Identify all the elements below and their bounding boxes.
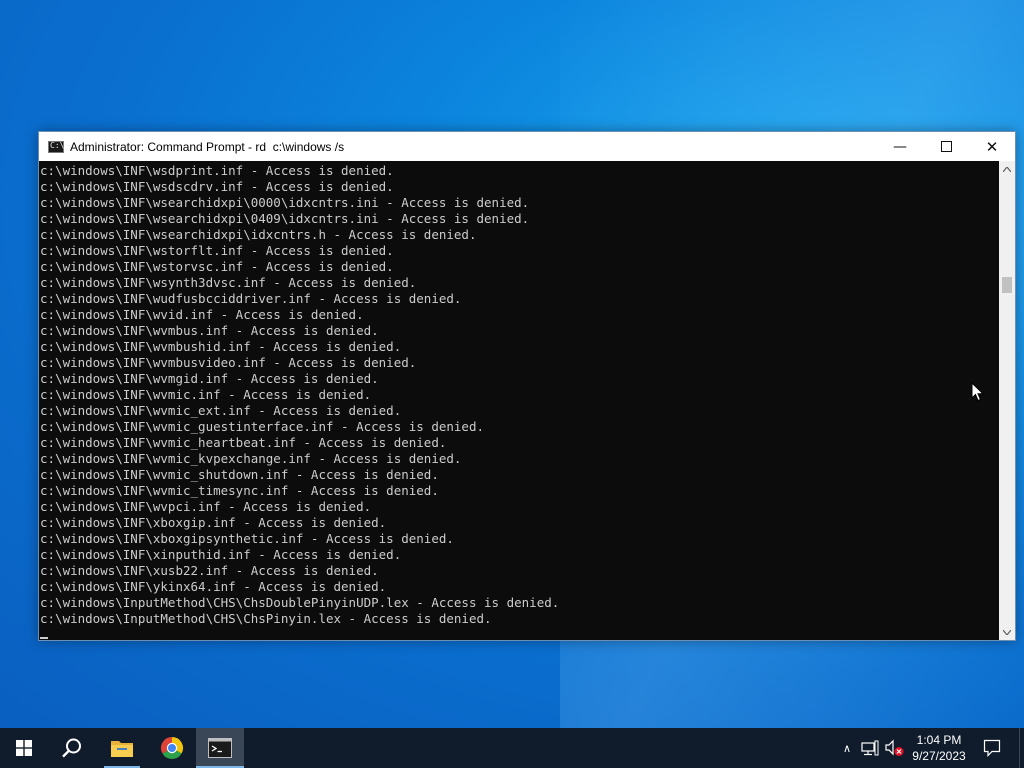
scroll-thumb[interactable] [1002,277,1012,293]
taskbar-clock[interactable]: 1:04 PM 9/27/2023 [905,731,973,765]
window-title: Administrator: Command Prompt - rd c:\wi… [70,139,345,154]
windows-logo-icon [16,740,32,756]
clock-time: 1:04 PM [916,733,962,747]
command-prompt-icon-glyph: C:\_ [50,140,70,150]
notification-icon [983,739,1001,757]
show-desktop-button[interactable] [1019,728,1024,768]
maximize-button[interactable] [923,132,969,161]
console-line: c:\windows\INF\xboxgipsynthetic.inf - Ac… [40,531,454,546]
console-line: c:\windows\INF\wvmic_ext.inf - Access is… [40,403,402,418]
console-line: c:\windows\INF\wsdscdrv.inf - Access is … [40,179,394,194]
mouse-pointer-icon [971,382,985,402]
show-hidden-icons-button[interactable]: ∧ [838,728,856,768]
console-line: c:\windows\INF\wvmic_timesync.inf - Acce… [40,483,439,498]
maximize-icon [940,141,952,152]
action-center-button[interactable] [979,728,1005,768]
console-line: c:\windows\INF\wsdprint.inf - Access is … [40,163,394,178]
console-line: c:\windows\INF\wsearchidxpi\0000\idxcntr… [40,195,530,210]
console-line: c:\windows\INF\xinputhid.inf - Access is… [40,547,402,562]
folder-icon [111,741,133,757]
console-line: c:\windows\INF\wvpci.inf - Access is den… [40,499,372,514]
console-line: c:\windows\INF\wsynth3dvsc.inf - Access … [40,275,417,290]
close-icon: ✕ [985,137,999,156]
minimize-button[interactable]: — [877,132,923,161]
caption-buttons: — ✕ [877,132,1015,161]
console-lines: c:\windows\INF\wsdprint.inf - Access is … [40,163,559,627]
text-cursor [40,637,48,639]
console-line: c:\windows\INF\wvmbushid.inf - Access is… [40,339,402,354]
console-line: c:\windows\INF\wvmbus.inf - Access is de… [40,323,379,338]
network-button[interactable] [860,728,880,768]
clock-date: 9/27/2023 [912,749,966,763]
console-line: c:\windows\INF\ykinx64.inf - Access is d… [40,579,387,594]
search-icon [62,738,81,758]
console-output[interactable]: c:\windows\INF\wsdprint.inf - Access is … [39,161,999,640]
command-prompt-window[interactable]: C:\_ Administrator: Command Prompt - rd … [38,131,1016,641]
console-line: c:\windows\INF\wvmic_guestinterface.inf … [40,419,485,434]
console-line: c:\windows\INF\wsearchidxpi\idxcntrs.h -… [40,227,477,242]
vertical-scrollbar[interactable] [999,161,1015,640]
taskbar: ∧ 1:04 PM 9/27/2023 [0,728,1024,768]
console-line: c:\windows\INF\wvmic_kvpexchange.inf - A… [40,451,462,466]
console-line: c:\windows\INF\wvmgid.inf - Access is de… [40,371,379,386]
volume-muted-icon [885,739,904,756]
console-line: c:\windows\INF\wvmic_shutdown.inf - Acce… [40,467,439,482]
close-button[interactable]: ✕ [969,132,1015,161]
console-line: c:\windows\INF\wudfusbcciddriver.inf - A… [40,291,462,306]
chrome-icon [160,737,184,760]
console-line: c:\windows\INF\wstorflt.inf - Access is … [40,243,394,258]
network-icon [861,740,879,756]
chevron-down-icon [1003,629,1011,635]
chevron-up-icon [1003,166,1011,172]
search-button[interactable] [48,728,96,768]
console-line: c:\windows\INF\xboxgip.inf - Access is d… [40,515,387,530]
console-line: c:\windows\INF\wvmic_heartbeat.inf - Acc… [40,435,447,450]
command-prompt-icon[interactable]: C:\_ [48,140,69,153]
console-line: c:\windows\INF\wsearchidxpi\0409\idxcntr… [40,211,530,226]
volume-button[interactable] [884,728,904,768]
command-prompt-taskbar-button[interactable] [196,728,244,768]
console-line: c:\windows\INF\xusb22.inf - Access is de… [40,563,379,578]
console-line: c:\windows\INF\wvmic.inf - Access is den… [40,387,372,402]
console-line: c:\windows\INF\wstorvsc.inf - Access is … [40,259,394,274]
scroll-up-button[interactable] [999,161,1015,177]
minimize-icon: — [893,138,907,155]
console-line: c:\windows\INF\wvmbusvideo.inf - Access … [40,355,417,370]
console-line: c:\windows\InputMethod\CHS\ChsDoublePiny… [40,595,560,610]
console-line: c:\windows\InputMethod\CHS\ChsPinyin.lex… [40,611,492,626]
chrome-button[interactable] [148,728,196,768]
start-button[interactable] [0,728,48,768]
terminal-icon [208,738,232,758]
file-explorer-button[interactable] [98,728,146,768]
title-bar[interactable]: C:\_ Administrator: Command Prompt - rd … [39,132,1015,161]
scroll-down-button[interactable] [999,624,1015,640]
chevron-up-icon: ∧ [842,741,852,755]
console-line: c:\windows\INF\wvid.inf - Access is deni… [40,307,364,322]
